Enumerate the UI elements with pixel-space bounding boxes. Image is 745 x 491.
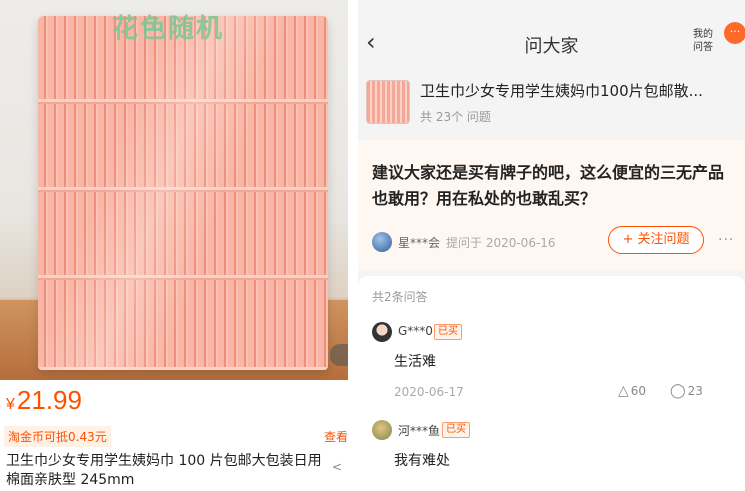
avatar [372, 420, 392, 440]
currency-symbol: ¥ [6, 396, 15, 413]
asker-name: 星***会 [398, 236, 441, 250]
answerer-name: G***0 [398, 324, 433, 338]
product-title: 卫生巾少女专用学生姨妈巾 100 片包邮大包装日用棉面亲肤型 245mm [6, 453, 322, 488]
follow-question-button[interactable]: + 关注问题 [608, 226, 704, 254]
pad-package [38, 16, 328, 370]
coin-discount-tag: 淘金币可抵0.43元 [4, 426, 111, 447]
avatar [372, 322, 392, 342]
image-pager-handle[interactable] [330, 344, 348, 366]
answers-count: 共2条问答 [372, 290, 428, 304]
comment-icon: ◯ [670, 383, 686, 399]
product-listing-panel: 花色随机 ¥21.99 淘金币可抵0.43元 查看 卫生巾少女专用学生姨妈巾 1… [0, 0, 348, 491]
product-name: 卫生巾少女专用学生姨妈巾100片包邮散... [420, 82, 703, 100]
product-summary[interactable]: 卫生巾少女专用学生姨妈巾100片包邮散... 共 23个 问题 [358, 76, 745, 136]
comment-stat[interactable]: ◯ 23 [670, 383, 703, 399]
top-bar: ‹ 问大家 我的问答 ··· [358, 0, 745, 76]
more-menu-icon[interactable]: ··· [724, 22, 745, 44]
bought-badge: 已买 [442, 422, 470, 438]
avatar [372, 232, 392, 252]
like-icon: △ [618, 383, 629, 399]
view-link[interactable]: 查看 [324, 428, 348, 445]
comment-count: 23 [687, 384, 703, 398]
like-count: 60 [630, 384, 647, 398]
answer-text: 生活难 [394, 354, 436, 370]
page-title: 问大家 [524, 36, 579, 57]
like-stat[interactable]: △ 60 [618, 383, 646, 399]
qa-panel: ‹ 问大家 我的问答 ··· 卫生巾少女专用学生姨妈巾100片包邮散... 共 … [358, 0, 745, 491]
plastic-wrap-sheen [38, 16, 328, 370]
product-photo[interactable]: 花色随机 [0, 0, 348, 380]
question-count: 共 23个 问题 [420, 110, 491, 124]
more-options-icon[interactable]: ··· [718, 232, 734, 248]
answer-text: 我有难处 [394, 453, 450, 469]
photo-watermark: 花色随机 [112, 14, 225, 44]
share-icon[interactable]: < [332, 460, 348, 476]
bought-badge: 已买 [434, 324, 462, 340]
price: ¥21.99 [6, 385, 82, 416]
price-value: 21.99 [16, 385, 82, 415]
product-thumbnail [366, 80, 410, 124]
answer-date: 2020-06-17 [394, 385, 464, 399]
my-questions-link[interactable]: 我的问答 [690, 28, 716, 54]
answerer-name: 河***鱼 [398, 424, 441, 438]
asked-date: 提问于 2020-06-16 [446, 236, 556, 250]
question-card: 建议大家还是买有牌子的吧，这么便宜的三无产品也敢用？用在私处的也敢乱买？ 星**… [358, 140, 745, 270]
answers-list: 共2条问答 G***0 已买 生活难 2020-06-17 △ 60 ◯ 23 河*… [358, 276, 745, 491]
question-text: 建议大家还是买有牌子的吧，这么便宜的三无产品也敢用？用在私处的也敢乱买？ [372, 163, 725, 208]
